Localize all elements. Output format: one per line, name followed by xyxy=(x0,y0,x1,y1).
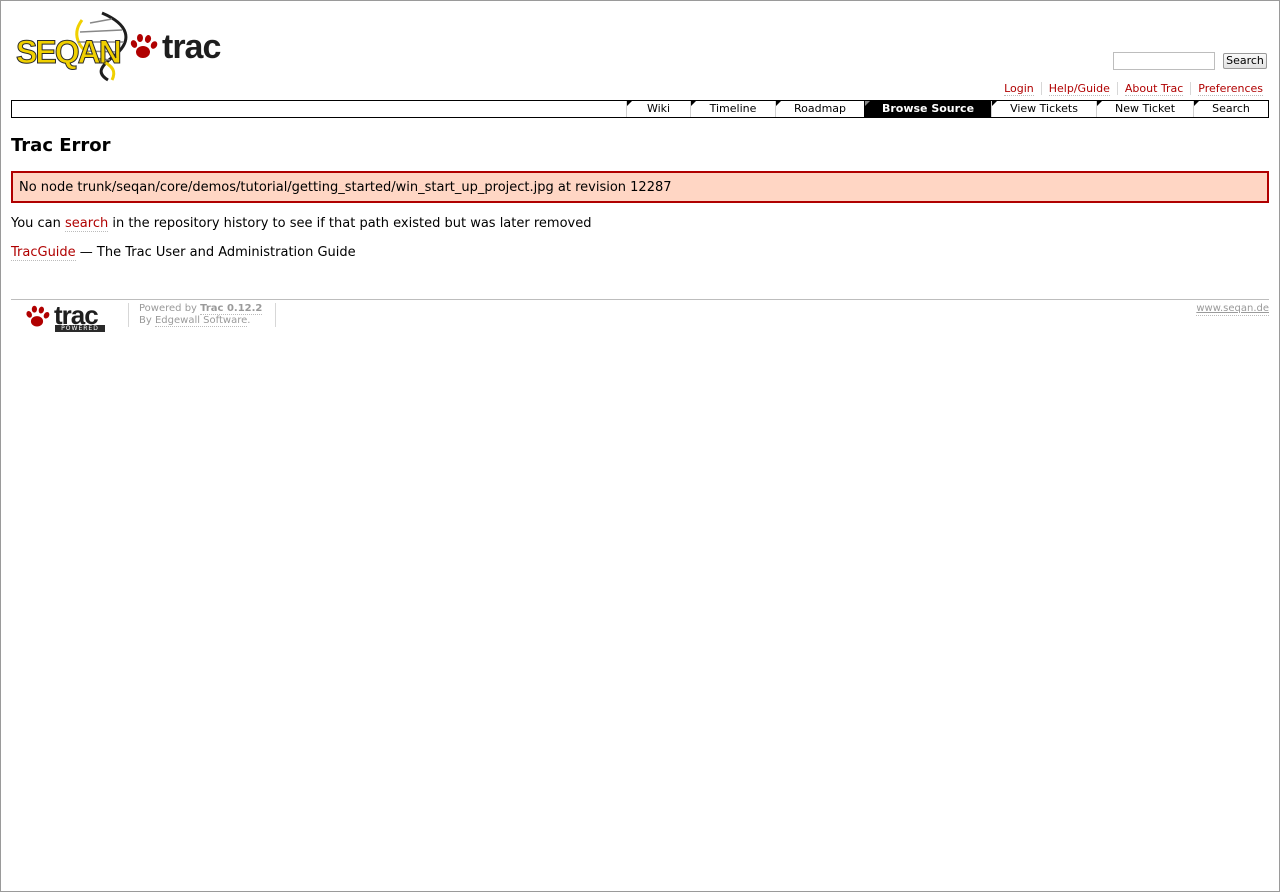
paw-icon xyxy=(130,34,158,58)
page-title: Trac Error xyxy=(11,135,111,156)
edgewall-link[interactable]: Edgewall Software xyxy=(154,315,248,327)
search-hint-prefix: You can xyxy=(11,216,66,231)
tab-roadmap[interactable]: Roadmap xyxy=(775,101,864,117)
search-link[interactable]: search xyxy=(65,216,109,232)
site-logo[interactable]: SEQAN trac xyxy=(16,11,228,84)
guide-description: — The Trac User and Administration Guide xyxy=(75,245,356,260)
powered-badge: POWERED xyxy=(55,325,105,332)
help-guide-link[interactable]: Help/Guide xyxy=(1048,82,1110,96)
guide-paragraph: TracGuide — The Trac User and Administra… xyxy=(11,245,356,261)
footer-divider xyxy=(11,299,1269,300)
search-button[interactable]: Search xyxy=(1223,53,1267,69)
footer-separator xyxy=(128,303,129,327)
paw-icon xyxy=(26,305,50,327)
tab-search[interactable]: Search xyxy=(1193,101,1268,117)
footer-credits: Powered by Trac 0.12.2 By Edgewall Softw… xyxy=(139,303,263,327)
tab-browse-source[interactable]: Browse Source xyxy=(864,101,991,117)
meta-nav: Login Help/Guide About Trac Preferences xyxy=(997,82,1263,96)
by-label: By xyxy=(139,315,155,326)
search-input[interactable] xyxy=(1113,52,1215,70)
seqan-site-link[interactable]: www.seqan.de xyxy=(1196,303,1269,316)
trac-powered-logo[interactable]: trac POWERED xyxy=(24,300,108,333)
preferences-link[interactable]: Preferences xyxy=(1198,82,1263,96)
error-message-text: No node trunk/seqan/core/demos/tutorial/… xyxy=(19,180,672,195)
tab-wiki[interactable]: Wiki xyxy=(626,101,690,117)
browser-viewport xyxy=(0,0,1280,892)
error-message-box: No node trunk/seqan/core/demos/tutorial/… xyxy=(11,171,1269,203)
footer-separator xyxy=(275,303,276,327)
trac-guide-link[interactable]: TracGuide xyxy=(11,245,76,261)
vendor-suffix: . xyxy=(247,315,251,326)
tab-new-ticket[interactable]: New Ticket xyxy=(1096,101,1193,117)
tab-view-tickets[interactable]: View Tickets xyxy=(991,101,1096,117)
logo-product-text: trac xyxy=(162,28,221,66)
powered-by-label: Powered by xyxy=(139,303,201,314)
main-nav: Wiki Timeline Roadmap Browse Source View… xyxy=(11,100,1269,118)
tab-timeline[interactable]: Timeline xyxy=(690,101,775,117)
search-hint-paragraph: You can search in the repository history… xyxy=(11,216,591,232)
logo-brand-text: SEQAN xyxy=(16,34,123,71)
search-hint-suffix: in the repository history to see if that… xyxy=(108,216,592,231)
about-trac-link[interactable]: About Trac xyxy=(1124,82,1184,96)
trac-version-link[interactable]: Trac 0.12.2 xyxy=(200,303,263,315)
login-link[interactable]: Login xyxy=(1004,82,1034,96)
